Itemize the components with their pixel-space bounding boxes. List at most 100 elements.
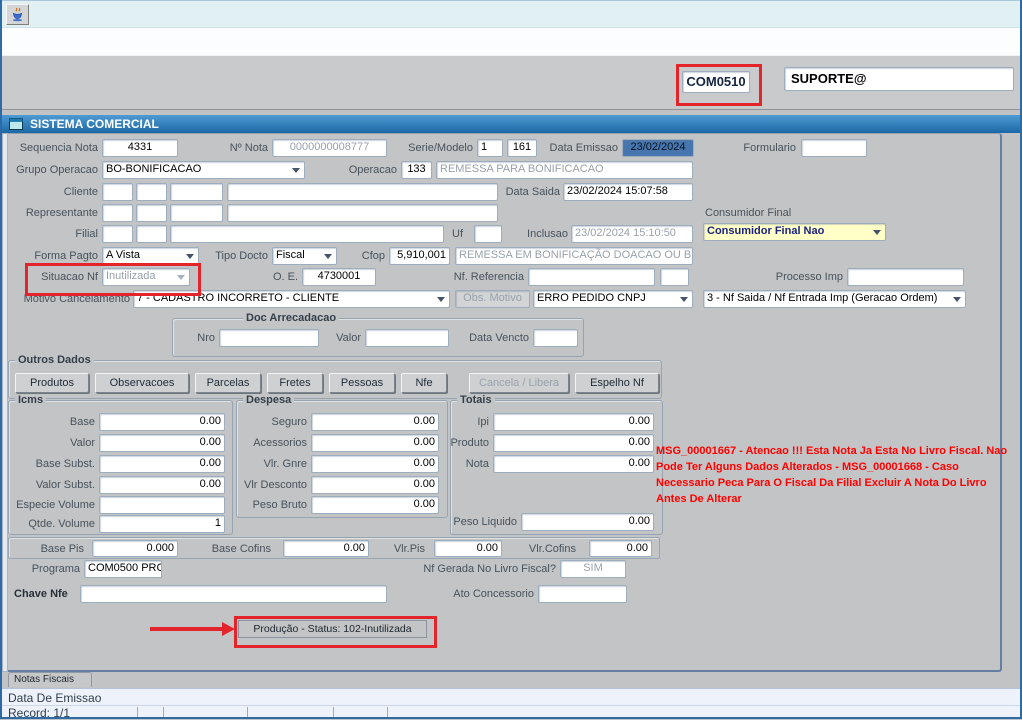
- form-title: SISTEMA COMERCIAL: [30, 117, 159, 131]
- cliente-nome-field[interactable]: [227, 183, 498, 201]
- data-vencto-field[interactable]: [533, 329, 578, 347]
- espelho-nf-button[interactable]: Espelho Nf: [575, 373, 659, 393]
- icms-base-label: Base: [9, 415, 95, 429]
- java-applet-button[interactable]: [6, 4, 29, 25]
- icms-valor-label: Valor: [9, 436, 95, 450]
- representante-nome-field[interactable]: [227, 204, 498, 222]
- icms-base-subst-field[interactable]: 0.00: [99, 455, 225, 473]
- vlr-desconto-field[interactable]: 0.00: [311, 476, 439, 494]
- programa-field[interactable]: COM0500 PRC_GERA: [84, 560, 162, 578]
- doc-arrecadacao-legend: Doc Arrecadacao: [243, 312, 339, 325]
- valor-label: Valor: [331, 331, 361, 345]
- uf-field[interactable]: [474, 225, 502, 243]
- obs-motivo-value: ERRO PEDIDO CNPJ: [537, 292, 646, 304]
- parcelas-button[interactable]: Parcelas: [195, 373, 261, 393]
- cliente-field-1[interactable]: [102, 183, 133, 201]
- base-pis-field[interactable]: 0.000: [92, 540, 178, 557]
- base-pis-label: Base Pis: [34, 542, 84, 556]
- sequencia-nota-label: Sequencia Nota: [10, 141, 98, 155]
- situacao-nf-value: Inutilizada: [106, 270, 156, 282]
- formulario-label: Formulario: [710, 141, 796, 155]
- base-cofins-field[interactable]: 0.00: [283, 540, 369, 557]
- produtos-button[interactable]: Produtos: [15, 373, 89, 393]
- cancela-libera-button: Cancela / Libera: [469, 373, 569, 393]
- motivo-cancelamento-combo[interactable]: 7 - CADASTRO INCORRETO - CLIENTE: [133, 290, 450, 308]
- modelo-field[interactable]: 161: [507, 139, 537, 157]
- acessorios-field[interactable]: 0.00: [311, 434, 439, 452]
- tipo-docto-combo[interactable]: Fiscal: [272, 247, 337, 265]
- tipo-docto-label: Tipo Docto: [212, 249, 268, 263]
- nro-field[interactable]: [219, 329, 319, 347]
- nota-label: Nota: [451, 457, 489, 471]
- processo-imp-label: Processo Imp: [770, 270, 843, 284]
- nf-gerada-field: SIM: [560, 560, 626, 578]
- nf-referencia-field[interactable]: [528, 268, 655, 286]
- serie-field[interactable]: 1: [477, 139, 503, 157]
- vlr-pis-field[interactable]: 0.00: [434, 540, 502, 557]
- fretes-button[interactable]: Fretes: [267, 373, 323, 393]
- chevron-down-icon: [324, 254, 332, 259]
- geracao-ordem-combo[interactable]: 3 - Nf Saida / Nf Entrada Imp (Geracao O…: [703, 290, 966, 308]
- ambiente-status-field: Produção - Status: 102-Inutilizada: [238, 620, 427, 638]
- tab-notas-fiscais[interactable]: Notas Fiscais: [8, 672, 92, 687]
- grupo-operacao-combo[interactable]: BO-BONIFICACAO: [102, 161, 305, 179]
- data-saida-field[interactable]: 23/02/2024 15:07:58: [563, 183, 693, 201]
- status-separator: [387, 707, 388, 718]
- filial-field-1[interactable]: [102, 225, 133, 243]
- operacao-code-field[interactable]: 133: [401, 161, 432, 179]
- serie-modelo-label: Serie/Modelo: [400, 141, 473, 155]
- forma-pagto-combo[interactable]: A Vista: [102, 247, 199, 265]
- chave-nfe-field[interactable]: [80, 585, 387, 603]
- consumidor-final-value: Consumidor Final Nao: [707, 225, 824, 237]
- forma-pagto-value: A Vista: [106, 249, 140, 261]
- filial-nome-field[interactable]: [170, 225, 444, 243]
- ipi-field[interactable]: 0.00: [493, 413, 654, 431]
- icms-base-field[interactable]: 0.00: [99, 413, 225, 431]
- icms-valor-field[interactable]: 0.00: [99, 434, 225, 452]
- pis-cofins-bar: Base Pis 0.000 Base Cofins 0.00 Vlr.Pis …: [8, 537, 660, 559]
- cfop-code-field[interactable]: 5,910,001: [389, 247, 450, 265]
- vlr-gnre-label: Vlr. Gnre: [237, 457, 307, 471]
- icms-valor-subst-label: Valor Subst.: [9, 478, 95, 492]
- seguro-field[interactable]: 0.00: [311, 413, 439, 431]
- cliente-field-3[interactable]: [170, 183, 223, 201]
- representante-field-3[interactable]: [170, 204, 223, 222]
- observacoes-button[interactable]: Observacoes: [95, 373, 189, 393]
- cliente-field-2[interactable]: [136, 183, 167, 201]
- sequencia-nota-field[interactable]: 4331: [102, 139, 178, 157]
- toolbar: ?: [0, 55, 1022, 110]
- oe-field[interactable]: 4730001: [302, 268, 376, 286]
- nro-label: Nro: [191, 331, 215, 345]
- menu-bar: COM0510 - ALTERACAO NOTAS Window: [0, 28, 1022, 55]
- qtde-volume-field[interactable]: 1: [99, 515, 225, 533]
- situacao-nf-label: Situacao Nf: [28, 270, 98, 284]
- especie-volume-field[interactable]: [99, 496, 225, 514]
- vlr-gnre-field[interactable]: 0.00: [311, 455, 439, 473]
- formulario-field[interactable]: [801, 139, 867, 157]
- numero-nota-label: Nº Nota: [222, 141, 268, 155]
- doc-arrecadacao-group: Doc Arrecadacao Nro Valor Data Vencto: [172, 318, 584, 357]
- peso-bruto-field[interactable]: 0.00: [311, 496, 439, 514]
- icms-valor-subst-field[interactable]: 0.00: [99, 476, 225, 494]
- pessoas-button[interactable]: Pessoas: [329, 373, 395, 393]
- valor-field[interactable]: [365, 329, 449, 347]
- form-titlebar: SISTEMA COMERCIAL: [2, 115, 1020, 133]
- consumidor-final-combo[interactable]: Consumidor Final Nao: [703, 223, 886, 241]
- ato-concessorio-field[interactable]: [538, 585, 627, 603]
- user-field[interactable]: SUPORTE@: [784, 67, 1014, 91]
- data-emissao-field[interactable]: 23/02/2024: [622, 139, 694, 157]
- produto-field[interactable]: 0.00: [493, 434, 654, 452]
- status-bar: Data De Emissao Record: 1/1: [0, 688, 1022, 719]
- nfe-button[interactable]: Nfe: [401, 373, 447, 393]
- nf-referencia-field-2[interactable]: [660, 268, 689, 286]
- representante-field-1[interactable]: [102, 204, 133, 222]
- status-separator: [333, 707, 334, 718]
- numero-nota-field: 0000000008777: [272, 139, 387, 157]
- obs-motivo-combo[interactable]: ERRO PEDIDO CNPJ: [533, 290, 693, 308]
- nota-field[interactable]: 0.00: [493, 455, 654, 473]
- peso-liquido-field[interactable]: 0.00: [521, 513, 654, 531]
- processo-imp-field[interactable]: [847, 268, 964, 286]
- vlr-cofins-field[interactable]: 0.00: [589, 540, 652, 557]
- filial-field-2[interactable]: [136, 225, 167, 243]
- representante-field-2[interactable]: [136, 204, 167, 222]
